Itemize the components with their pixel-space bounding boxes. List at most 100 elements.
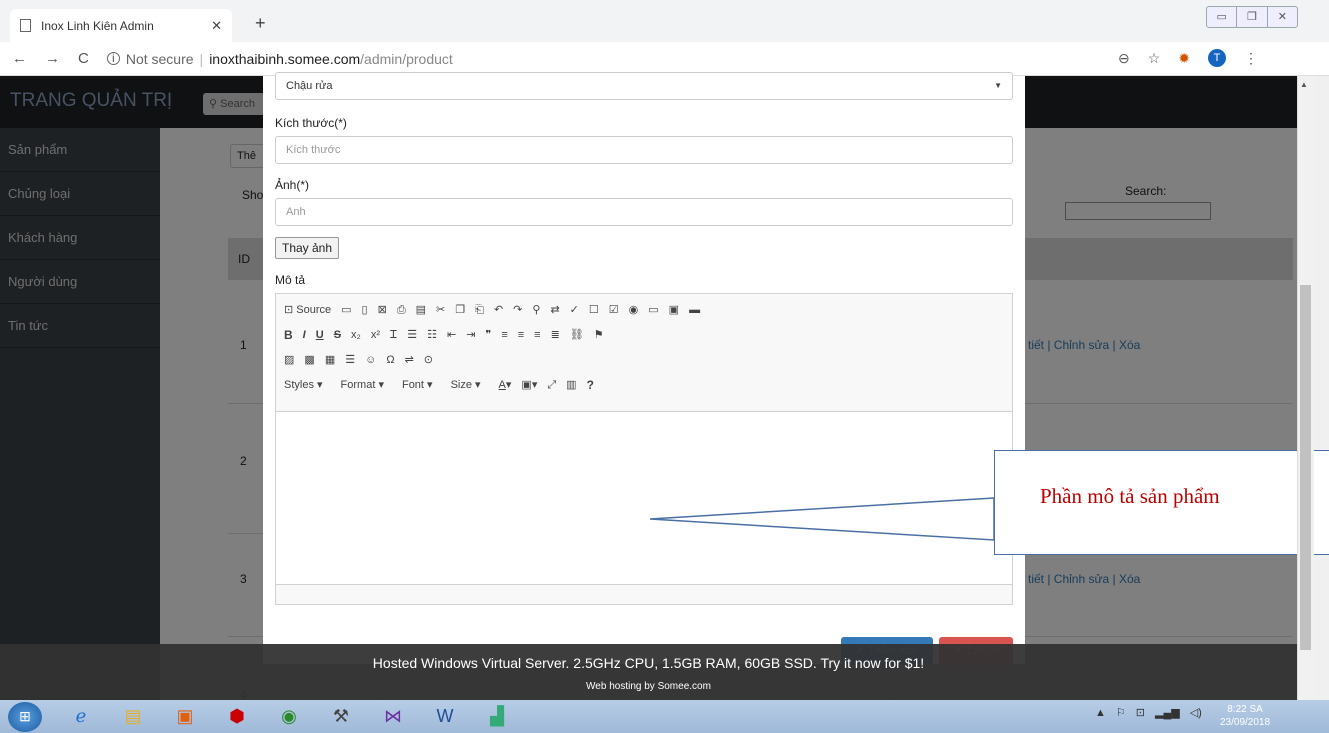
scroll-up-icon[interactable]: ▲ [1300,80,1308,89]
cut-icon[interactable]: ✂ [436,298,445,323]
visual-studio-icon[interactable]: ⋈ [372,703,414,731]
toolbar-row: ▨ ▩ ▦ ☰ ☺ Ω ⇌ ⊙ [284,348,1004,373]
category-select[interactable]: Chậu rửa ▼ [275,72,1013,100]
spellcheck-icon[interactable]: ✓ [570,298,579,323]
url-path[interactable]: /admin/product [360,51,453,67]
tray-arrow-icon[interactable]: ▲ [1095,707,1106,719]
redo-icon[interactable]: ↷ [513,298,522,323]
show-blocks-icon[interactable]: ▥ [566,373,576,398]
flash-icon[interactable]: ▩ [304,348,314,373]
new-tab-button[interactable]: + [255,13,266,34]
explorer-icon[interactable]: ▤ [112,703,154,731]
banner-credit-text[interactable]: Web hosting by Somee.com [0,681,1297,692]
radio-icon[interactable]: ◉ [629,298,639,323]
scrollbar-thumb[interactable] [1300,285,1311,650]
textfield-icon[interactable]: ▭ [648,298,658,323]
tab-title: Inox Linh Kiên Admin [41,18,154,33]
underline-icon[interactable]: U [316,323,324,348]
new-page-icon[interactable]: ▯ [362,298,368,323]
bullet-list-icon[interactable]: ☷ [427,323,437,348]
table-icon[interactable]: ▦ [325,348,335,373]
indent-icon[interactable]: ⇥ [466,323,475,348]
zoom-icon[interactable]: ⊖ [1118,50,1130,67]
chrome-icon[interactable]: ◉ [268,703,310,731]
menu-icon[interactable]: ⋮ [1244,50,1258,67]
text-color-icon[interactable]: A▾ [499,373,512,398]
extension-icon[interactable]: ✹ [1178,50,1190,67]
outdent-icon[interactable]: ⇤ [447,323,456,348]
subscript-icon[interactable]: x₂ [351,323,361,348]
editor-content-area[interactable] [276,412,1012,584]
checkbox-icon[interactable]: ☑ [609,298,619,323]
chart-app-icon[interactable]: ▟ [476,703,518,731]
align-left-icon[interactable]: ≡ [501,323,507,348]
url-host[interactable]: inoxthaibinh.somee.com [209,51,360,67]
start-button[interactable]: ⊞ [8,701,42,732]
align-right-icon[interactable]: ≡ [534,323,540,348]
print-icon[interactable]: ⎙ [397,298,406,323]
reload-icon[interactable]: C [78,50,89,67]
flag-icon[interactable]: ⚐ [1116,706,1126,719]
profile-avatar[interactable]: T [1208,49,1227,67]
button-icon[interactable]: ▬ [689,298,700,323]
toolbar-row: Styles ▾ Format ▾ Font ▾ Size ▾ A▾ ▣▾ ⤢ … [284,373,1004,398]
signal-icon[interactable]: ▂▄▆ [1155,706,1180,719]
help-icon[interactable]: ? [587,373,594,398]
font-dropdown[interactable]: Font ▾ [402,373,433,398]
pagebreak-icon[interactable]: ⇌ [405,348,414,373]
image-icon[interactable]: ▨ [284,348,294,373]
remove-format-icon[interactable]: Ꮖ [390,323,397,348]
network-icon[interactable]: ⊡ [1136,706,1145,719]
form-icon[interactable]: ☐ [589,298,599,323]
change-image-button[interactable]: Thay ảnh [275,237,340,259]
size-dropdown[interactable]: Size ▾ [451,373,481,398]
find-icon[interactable]: ⚲ [532,298,540,323]
media-icon[interactable]: ▣ [164,703,206,731]
word-icon[interactable]: W [424,703,466,731]
anchor-icon[interactable]: ⚑ [594,323,604,348]
ie-icon[interactable]: ℯ [60,703,102,731]
volume-icon[interactable]: ◁) [1190,706,1202,719]
superscript-icon[interactable]: x² [371,323,380,348]
bookmark-star-icon[interactable]: ☆ [1148,50,1161,67]
templates-icon[interactable]: ▤ [416,298,426,323]
italic-icon[interactable]: I [303,323,306,348]
align-center-icon[interactable]: ≡ [518,323,524,348]
replace-icon[interactable]: ⇄ [550,298,559,323]
paste-icon[interactable]: ⎗ [475,298,484,323]
save-icon[interactable]: ▭ [341,298,351,323]
size-input[interactable]: Kích thước [275,136,1013,164]
browser-tab[interactable]: Inox Linh Kiên Admin ✕ [10,9,232,42]
undo-icon[interactable]: ↶ [494,298,503,323]
forward-icon[interactable]: → [45,50,60,67]
preview-icon[interactable]: ⊠ [378,298,387,323]
format-dropdown[interactable]: Format ▾ [341,373,384,398]
copy-icon[interactable]: ❐ [455,298,465,323]
source-button[interactable]: ⊡ Source [284,298,331,323]
select-icon[interactable]: ▣ [669,298,679,323]
maximize-editor-icon[interactable]: ⤢ [547,373,556,398]
banner-ad-text[interactable]: Hosted Windows Virtual Server. 2.5GHz CP… [0,655,1297,671]
system-clock[interactable]: 8:22 SA 23/09/2018 [1220,703,1270,729]
tool-icon[interactable]: ⚒ [320,703,362,731]
maximize-icon[interactable]: ❐ [1237,7,1268,27]
minimize-icon[interactable]: ▭ [1207,7,1238,27]
styles-dropdown[interactable]: Styles ▾ [284,373,323,398]
app-icon[interactable]: ⬢ [216,703,258,731]
strike-icon[interactable]: S [334,323,341,348]
link-icon[interactable]: ⛓ [570,323,584,348]
numbered-list-icon[interactable]: ☰ [407,323,417,348]
bold-icon[interactable]: B [284,323,293,348]
back-icon[interactable]: ← [12,50,27,67]
hr-icon[interactable]: ☰ [345,348,355,373]
close-tab-icon[interactable]: ✕ [211,18,222,34]
info-icon[interactable]: i [106,52,120,65]
smiley-icon[interactable]: ☺ [365,348,376,373]
justify-icon[interactable]: ≣ [551,323,560,348]
bg-color-icon[interactable]: ▣▾ [521,373,537,398]
blockquote-icon[interactable]: ❞ [485,323,491,348]
close-window-icon[interactable]: ✕ [1268,7,1297,27]
iframe-icon[interactable]: ⊙ [424,348,433,373]
special-char-icon[interactable]: Ω [386,348,394,373]
image-input[interactable]: Anh [275,198,1013,226]
